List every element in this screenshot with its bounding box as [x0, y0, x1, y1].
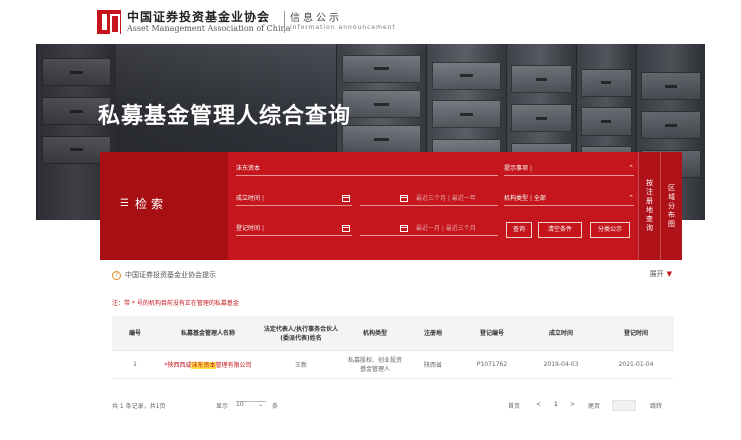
table-header-row: 编号 私募基金管理人名称 法定代表人/执行事务合伙人(委派代表)姓名 机构类型 …	[112, 316, 674, 351]
hint-select[interactable]: 提示事项 | ⌃	[504, 164, 634, 176]
calendar-icon[interactable]	[342, 225, 350, 232]
page-size-value: 10	[236, 401, 244, 408]
triangle-down-icon: ▼	[666, 270, 672, 278]
last-page-link[interactable]: 尾页	[588, 401, 600, 410]
search-heading: ☰ 检索	[120, 195, 167, 212]
col-header: 法定代表人/执行事务合伙人(委派代表)姓名	[258, 316, 344, 351]
section-title-cn: 信息公示	[290, 13, 342, 24]
found-date-end[interactable]: 最近三个月 | 最近一年	[360, 194, 498, 206]
col-header: 编号	[112, 316, 158, 351]
page-size-unit: 条	[272, 403, 279, 410]
first-page-link[interactable]: 首页	[508, 401, 520, 410]
current-page[interactable]: 1	[554, 401, 558, 408]
clear-button[interactable]: 清空条件	[538, 222, 582, 238]
results-table: 编号 私募基金管理人名称 法定代表人/执行事务合伙人(委派代表)姓名 机构类型 …	[112, 316, 674, 379]
cell-reg-code: P1071762	[460, 350, 524, 379]
cell-region: 陕西省	[406, 350, 460, 379]
page-title: 私募基金管理人综合查询	[98, 104, 352, 129]
next-page-button[interactable]: >	[570, 401, 575, 408]
pagination-bar: 共 1 条记录，共1页 显示 10 ⌄ 条 首页 < 1 > 尾页 跳转	[112, 400, 674, 413]
tab-region-map[interactable]: 区域分布图	[660, 152, 682, 260]
col-header: 登记编号	[460, 316, 524, 351]
name-prefix: *陕西西咸	[164, 361, 192, 369]
chevron-updown-icon: ⌃	[628, 194, 634, 202]
expand-label: 展开	[649, 270, 664, 278]
header-divider	[284, 11, 285, 33]
asterisk-note: 注：带 * 号的机构目前没有正在管理的私募基金	[112, 300, 239, 307]
manager-name-value: 沫东资本	[236, 165, 261, 172]
found-date-start[interactable]: 成立时间 |	[236, 194, 352, 206]
page-jump-input[interactable]	[612, 400, 636, 411]
col-header: 机构类型	[344, 316, 406, 351]
col-header: 登记时间	[598, 316, 674, 351]
org-name-en: Asset Management Association of China	[127, 24, 291, 33]
notice-bar: ? 中国证券投资基金业协会提示 展开 ▼	[112, 268, 672, 282]
col-header: 私募基金管理人名称	[158, 316, 258, 351]
org-type-label: 机构类型	[504, 195, 529, 202]
reg-quick-ranges[interactable]: 最近一月 | 最近三个月	[416, 224, 476, 234]
calendar-icon[interactable]	[342, 195, 350, 202]
col-header: 注册地	[406, 316, 460, 351]
tab-register-region[interactable]: 按注册地查询	[638, 152, 660, 260]
page-size-select[interactable]: 10 ⌄	[236, 401, 266, 408]
name-highlight: 沫东资本	[191, 361, 216, 369]
found-quick-ranges[interactable]: 最近三个月 | 最近一年	[416, 194, 476, 204]
site-header: 中国证券投资基金业协会 Asset Management Association…	[0, 0, 741, 44]
results-area: ? 中国证券投资基金业协会提示 展开 ▼ 注：带 * 号的机构目前没有正在管理的私…	[100, 260, 686, 440]
question-icon: ?	[112, 270, 121, 280]
cell-founded: 2019-04-03	[524, 350, 598, 379]
col-header: 成立时间	[524, 316, 598, 351]
manager-name-input[interactable]: 沫东资本	[236, 164, 498, 176]
table-row[interactable]: 1 *陕西西咸沫东资本管理有限公司 王新 私募股权、创业投资基金管理人 陕西省 …	[112, 350, 674, 379]
calendar-icon[interactable]	[400, 195, 408, 202]
query-button[interactable]: 查询	[506, 222, 532, 238]
cell-org-type: 私募股权、创业投资基金管理人	[344, 350, 406, 379]
amac-logo[interactable]	[97, 10, 121, 34]
org-name-cn: 中国证券投资基金业协会	[127, 10, 271, 24]
prev-page-button[interactable]: <	[536, 401, 541, 408]
filter-icon: ☰	[120, 198, 129, 209]
cell-representative: 王新	[258, 350, 344, 379]
chevron-updown-icon: ⌃	[628, 164, 634, 172]
reg-date-label: 登记时间	[236, 225, 261, 232]
notice-text: 中国证券投资基金业协会提示	[125, 271, 216, 279]
name-suffix: 管理有限公司	[215, 361, 252, 369]
expand-toggle[interactable]: 展开 ▼	[650, 269, 672, 279]
search-label-area: ☰ 检索	[100, 152, 228, 260]
calendar-icon[interactable]	[400, 225, 408, 232]
reg-date-end[interactable]: 最近一月 | 最近三个月	[360, 224, 498, 236]
found-date-label: 成立时间	[236, 195, 261, 202]
chevron-down-icon: ⌄	[258, 401, 264, 408]
hint-select-label: 提示事项	[504, 165, 529, 172]
search-heading-text: 检索	[134, 197, 167, 211]
reg-date-start[interactable]: 登记时间 |	[236, 224, 352, 236]
cell-no: 1	[112, 350, 158, 379]
cell-registered: 2021-01-04	[598, 350, 674, 379]
section-title-en: information announcement	[290, 24, 396, 31]
category-button[interactable]: 分类公示	[590, 222, 630, 238]
org-type-value: 全部	[533, 195, 546, 202]
org-type-select[interactable]: 机构类型 | 全部 ⌃	[504, 194, 634, 206]
cell-manager-name[interactable]: *陕西西咸沫东资本管理有限公司	[158, 350, 258, 379]
jump-button[interactable]: 跳转	[650, 401, 662, 410]
record-summary: 共 1 条记录，共1页	[112, 403, 166, 410]
search-panel: ☰ 检索 沫东资本 提示事项 | ⌃ 成立时间 | 最近三个月 | 最近一年 机…	[100, 152, 682, 260]
page-size-label: 显示	[216, 403, 229, 410]
